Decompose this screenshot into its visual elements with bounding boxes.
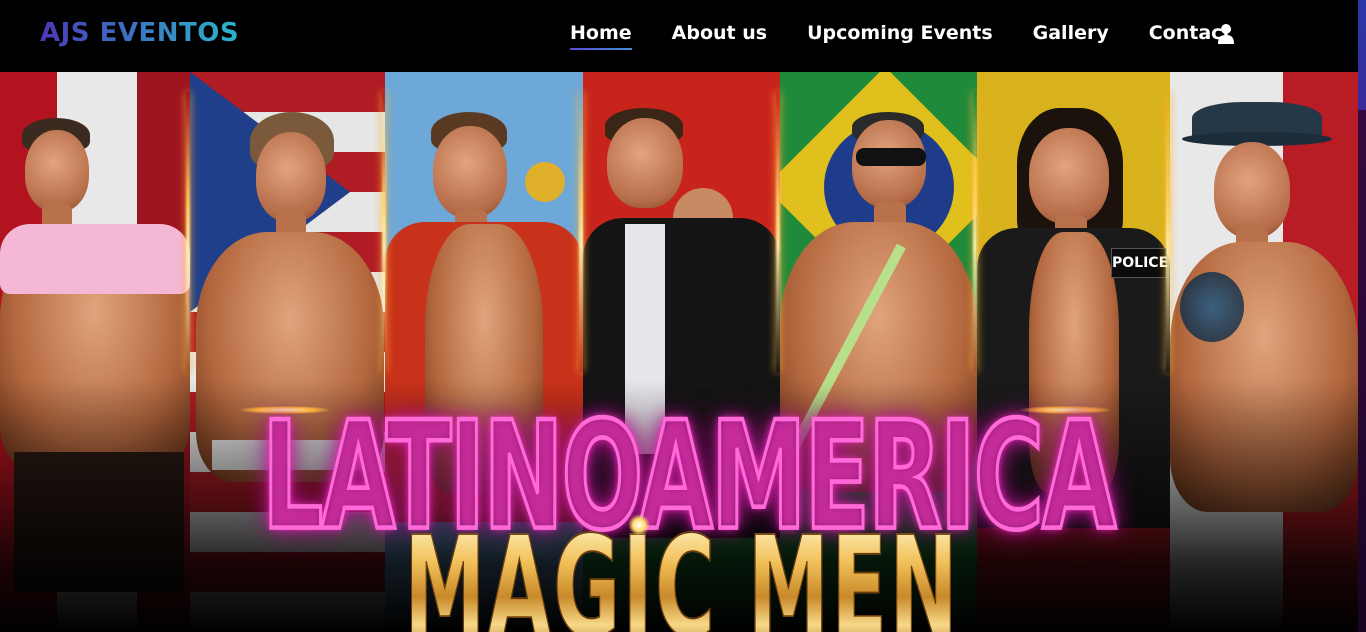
nav-about-us[interactable]: About us (672, 22, 767, 44)
hero-panel-peru (0, 72, 190, 632)
nav-gallery[interactable]: Gallery (1033, 22, 1109, 44)
navbar: AJS EVENTOS Home About us Upcoming Event… (0, 0, 1366, 72)
hero-title-magic-men: MAGIC MEN (404, 518, 960, 632)
brand-logo[interactable]: AJS EVENTOS (40, 18, 239, 48)
nav-home[interactable]: Home (570, 22, 632, 50)
scrollbar-thumb[interactable] (1358, 0, 1366, 110)
star-icon (628, 514, 650, 536)
hero-banner: POLICE LATINOAMERICA MAGIC MEN (0, 72, 1358, 632)
hero-panel-mexico (1170, 72, 1358, 632)
nav-upcoming-events[interactable]: Upcoming Events (807, 22, 993, 44)
main-nav: Home About us Upcoming Events Gallery Co… (570, 22, 1272, 52)
user-icon[interactable] (1217, 23, 1235, 45)
